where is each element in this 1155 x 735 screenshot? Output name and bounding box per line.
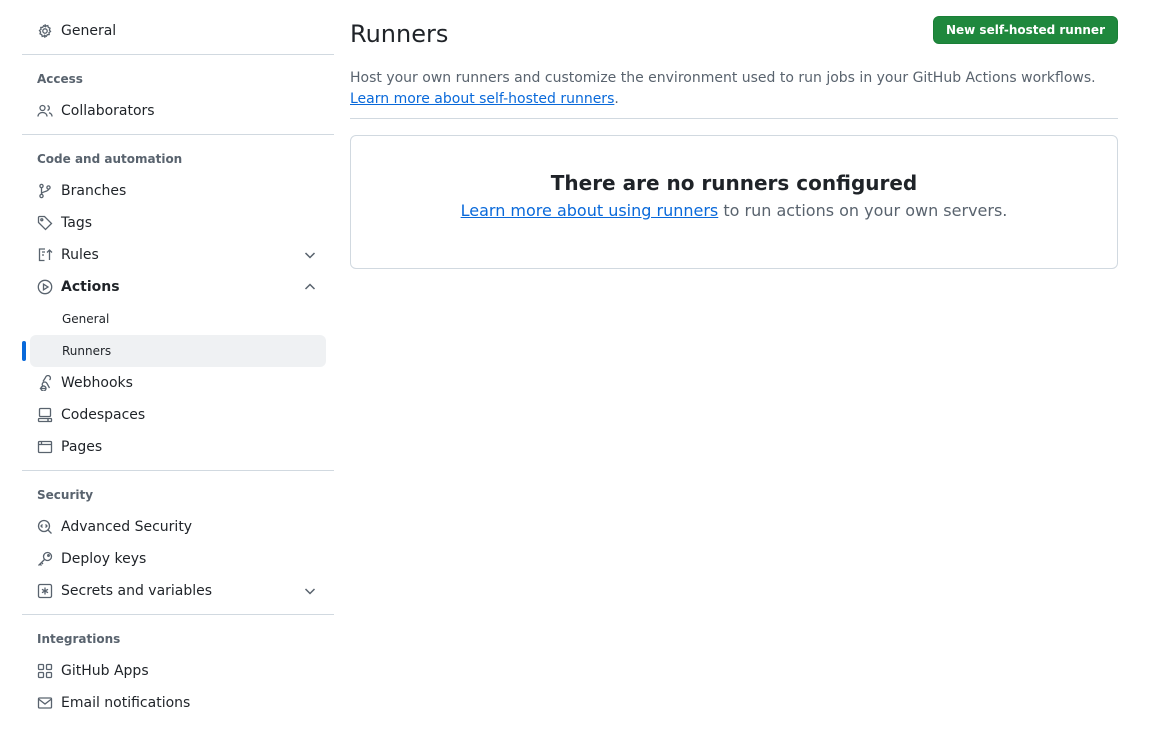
empty-state-title: There are no runners configured [550, 171, 918, 195]
sidebar-group-security: Security [37, 488, 94, 502]
people-icon [37, 103, 53, 119]
sidebar-item-label: General [62, 312, 110, 326]
using-runners-link[interactable]: Learn more about using runners [461, 201, 719, 220]
sidebar-divider [22, 614, 334, 615]
codespaces-icon [37, 407, 53, 423]
sidebar-item-deploy-keys[interactable]: Deploy keys [22, 543, 334, 575]
branch-icon [37, 183, 53, 199]
sidebar-item-label: Pages [61, 439, 103, 455]
rules-icon [37, 247, 53, 263]
sidebar-item-label: Tags [61, 215, 92, 231]
play-icon [37, 279, 53, 295]
key-icon [37, 551, 53, 567]
sidebar-item-actions[interactable]: Actions [22, 271, 334, 303]
active-indicator [22, 341, 26, 361]
empty-state-text: Learn more about using runners to run ac… [351, 201, 1117, 220]
sidebar-item-label: General [61, 23, 117, 39]
sidebar-item-email-notifications[interactable]: Email notifications [22, 687, 334, 719]
sidebar-item-codespaces[interactable]: Codespaces [22, 399, 334, 431]
chevron-down-icon[interactable] [302, 247, 318, 263]
sidebar-item-branches[interactable]: Branches [22, 175, 334, 207]
sidebar-item-label: Advanced Security [61, 519, 193, 535]
sidebar-group-code-automation: Code and automation [37, 152, 183, 166]
browser-icon [37, 439, 53, 455]
sidebar-item-general[interactable]: General [22, 15, 334, 47]
sidebar-divider [22, 134, 334, 135]
asterisk-box-icon [37, 583, 53, 599]
sidebar-subitem-actions-general[interactable]: General [30, 303, 326, 335]
sidebar-item-secrets-variables[interactable]: Secrets and variables [22, 575, 334, 607]
tag-icon [37, 215, 53, 231]
sidebar-item-collaborators[interactable]: Collaborators [22, 95, 334, 127]
sidebar-item-label: Codespaces [61, 407, 146, 423]
empty-state-description: to run actions on your own servers. [723, 201, 1008, 220]
sidebar-item-advanced-security[interactable]: Advanced Security [22, 511, 334, 543]
settings-sidebar: General Access Collaborators Code and au… [22, 15, 334, 719]
sidebar-group-integrations: Integrations [37, 632, 121, 646]
sidebar-item-label: Webhooks [61, 375, 133, 391]
sidebar-item-webhooks[interactable]: Webhooks [22, 367, 334, 399]
gear-icon [37, 23, 53, 39]
sidebar-item-label: Runners [62, 344, 112, 358]
main-content: Runners New self-hosted runner Host your… [350, 15, 1118, 269]
new-self-hosted-runner-button[interactable]: New self-hosted runner [932, 15, 1118, 44]
sidebar-item-rules[interactable]: Rules [22, 239, 334, 271]
chevron-up-icon[interactable] [302, 279, 318, 295]
sidebar-item-label: Secrets and variables [61, 583, 213, 599]
sidebar-item-label: Deploy keys [61, 551, 147, 567]
page-description: Host your own runners and customize the … [350, 68, 1118, 119]
codescan-icon [37, 519, 53, 535]
sidebar-group-access: Access [37, 72, 83, 86]
sidebar-subitem-actions-runners[interactable]: Runners [22, 335, 326, 367]
sidebar-divider [22, 54, 334, 55]
settings-page: General Access Collaborators Code and au… [0, 0, 1155, 735]
description-end: . [614, 91, 619, 107]
description-text: Host your own runners and customize the … [350, 70, 1096, 86]
sidebar-divider [22, 470, 334, 471]
page-title: Runners [350, 20, 449, 48]
mail-icon [37, 695, 53, 711]
sidebar-item-label: Branches [61, 183, 127, 199]
sidebar-item-pages[interactable]: Pages [22, 431, 334, 463]
webhook-icon [37, 375, 53, 391]
sidebar-item-github-apps[interactable]: GitHub Apps [22, 655, 334, 687]
chevron-down-icon[interactable] [302, 583, 318, 599]
sidebar-item-tags[interactable]: Tags [22, 207, 334, 239]
apps-icon [37, 663, 53, 679]
self-hosted-runners-link[interactable]: Learn more about self-hosted runners [350, 91, 614, 107]
sidebar-item-label: Email notifications [61, 695, 191, 711]
sidebar-item-label: Rules [61, 247, 99, 263]
page-header: Runners New self-hosted runner [350, 15, 1118, 53]
sidebar-item-label: Collaborators [61, 103, 155, 119]
sidebar-item-label: GitHub Apps [61, 663, 149, 679]
empty-state: There are no runners configured Learn mo… [350, 135, 1118, 269]
sidebar-item-label: Actions [61, 279, 120, 295]
